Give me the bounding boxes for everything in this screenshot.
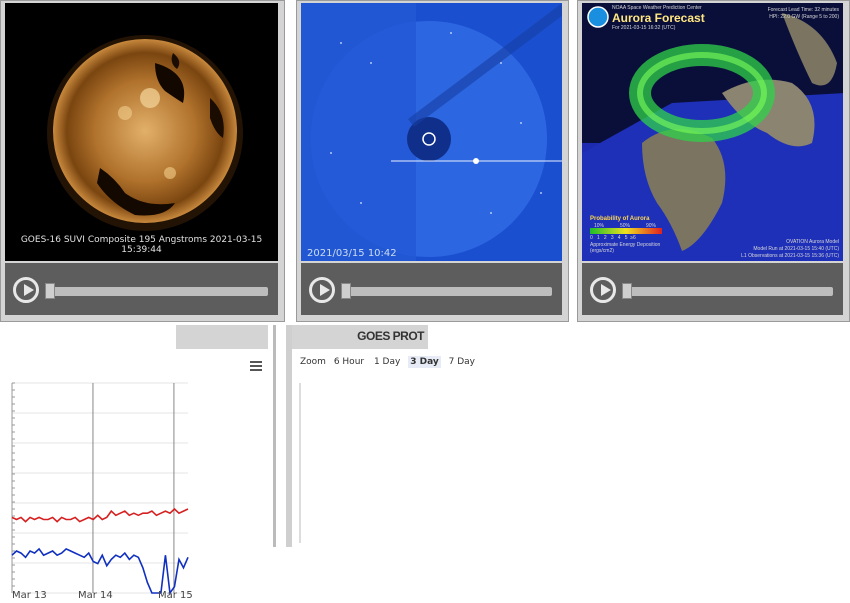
coronagraph-image: 2021/03/15 10:42: [301, 3, 562, 261]
line-chart: [11, 382, 189, 596]
aurora-timeline-slider[interactable]: [626, 287, 833, 296]
coronagraph-player-controls: [301, 263, 562, 315]
goes-proton-panel: GOES PROT Zoom 6 Hour 1 Day 3 Day 7 Day: [286, 325, 475, 547]
chart-header-bar: [176, 325, 268, 349]
zoom-3-day-button[interactable]: 3 Day: [408, 356, 441, 368]
aurora-slider-handle[interactable]: [622, 283, 632, 299]
hamburger-menu-icon[interactable]: [250, 361, 262, 371]
aurora-model: OVATION Aurora Model: [786, 239, 839, 245]
aurora-legend-pct-90: 90%: [646, 223, 657, 229]
goes-header-title: GOES PROT: [357, 329, 424, 343]
sun-image: [5, 3, 278, 261]
aurora-legend-pct-50: 50%: [620, 223, 631, 229]
play-icon[interactable]: [309, 277, 335, 303]
zoom-1-day-button[interactable]: 1 Day: [372, 356, 402, 368]
aurora-player-controls: [582, 263, 843, 315]
coronagraph-slider-handle[interactable]: [341, 283, 351, 299]
suvi-image: GOES-16 SUVI Composite 195 Angstroms 202…: [5, 3, 278, 261]
aurora-legend-title: Probability of Aurora: [590, 216, 650, 222]
blue-series-line: [11, 547, 189, 596]
suvi-panel: GOES-16 SUVI Composite 195 Angstroms 202…: [0, 0, 285, 322]
coronagraph-view: [301, 3, 562, 261]
aurora-title: Aurora Forecast: [612, 11, 705, 25]
aurora-l1-obs: L1 Observations at 2021-03-15 15:36 (UTC…: [741, 253, 839, 259]
play-icon[interactable]: [13, 277, 39, 303]
suvi-timeline-slider[interactable]: [49, 287, 268, 296]
aurora-lead-time: Forecast Lead Time: 32 minutes: [767, 7, 839, 13]
suvi-player-controls: [5, 263, 278, 315]
aurora-hpi: HPI: 22.0 GW (Range 5 to 200): [769, 14, 839, 20]
aurora-legend-note: Approximate Energy Deposition (ergs/cm2): [590, 242, 661, 254]
zoom-label: Zoom: [300, 357, 326, 367]
coronagraph-timeline-slider[interactable]: [345, 287, 552, 296]
goes-divider: [286, 325, 292, 547]
aurora-panel: NOAA Space Weather Prediction Center Aur…: [577, 0, 850, 322]
zoom-6-hour-button[interactable]: 6 Hour: [332, 356, 366, 368]
x-tick-label: Mar 14: [78, 590, 113, 601]
coronagraph-panel: 2021/03/15 10:42: [296, 0, 569, 322]
goes-header-bar: GOES PROT: [286, 325, 428, 349]
noaa-logo-icon: [587, 6, 609, 28]
coronagraph-timestamp: 2021/03/15 10:42: [307, 248, 397, 259]
aurora-legend-pct-10: 10%: [594, 223, 605, 229]
chart-divider: [273, 325, 276, 547]
aurora-model-run: Model Run at 2021-03-15 15:40 (UTC): [753, 246, 839, 252]
xray-chart-panel: Mar 13 Mar 14 Mar 15: [0, 325, 279, 601]
zoom-7-day-button[interactable]: 7 Day: [447, 356, 477, 368]
x-tick-label: Mar 15: [158, 590, 193, 601]
aurora-subtitle: For 2021-03-15 16:32 (UTC): [612, 25, 676, 31]
aurora-legend-ticks: 0 1 2 3 4 5 ≥6: [590, 235, 636, 241]
x-tick-label: Mar 13: [12, 590, 47, 601]
suvi-caption: GOES-16 SUVI Composite 195 Angstroms 202…: [20, 235, 263, 255]
suvi-slider-handle[interactable]: [45, 283, 55, 299]
zoom-selector: Zoom 6 Hour 1 Day 3 Day 7 Day: [300, 356, 477, 368]
goes-y-axis: [299, 383, 301, 543]
aurora-image: NOAA Space Weather Prediction Center Aur…: [582, 3, 843, 261]
play-icon[interactable]: [590, 277, 616, 303]
red-series-line: [11, 507, 189, 523]
